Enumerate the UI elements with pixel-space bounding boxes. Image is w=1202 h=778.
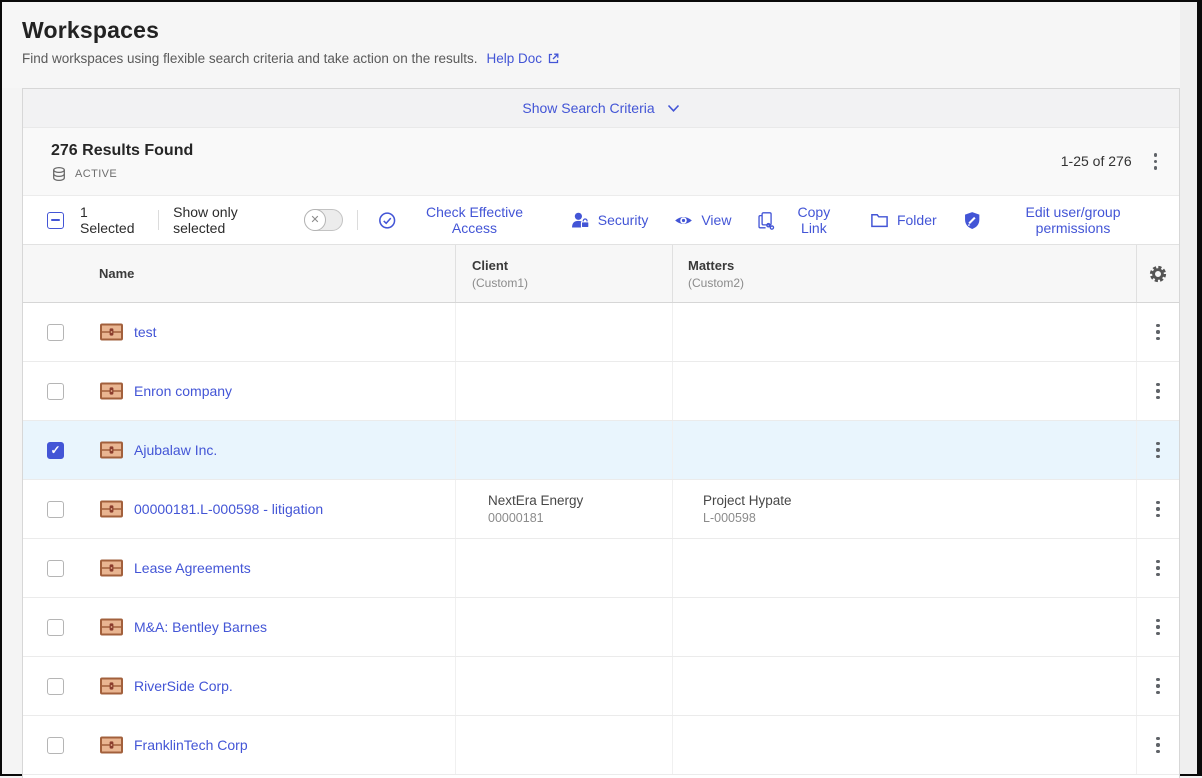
results-summary: 276 Results Found ACTIVE <box>51 142 193 182</box>
action-label: View <box>701 212 731 228</box>
action-label: Check Effective Access <box>404 204 545 236</box>
row-menu-button[interactable] <box>1148 674 1167 698</box>
chevron-down-icon <box>667 104 680 113</box>
page-subtitle: Find workspaces using flexible search cr… <box>22 51 477 66</box>
table-row: Enron company <box>23 362 1179 421</box>
database-icon <box>51 166 67 182</box>
row-checkbox[interactable] <box>47 737 64 754</box>
table-row: Lease Agreements <box>23 539 1179 598</box>
eye-icon <box>674 211 693 230</box>
column-header-matters[interactable]: Matters <box>688 258 1136 273</box>
search-criteria-bar: Show Search Criteria <box>23 89 1179 128</box>
security-button[interactable]: Security <box>565 211 655 230</box>
column-settings-button[interactable] <box>1146 262 1170 286</box>
results-count: 276 Results Found <box>51 142 193 160</box>
folder-icon <box>870 211 889 230</box>
action-label: Copy Link <box>784 204 844 236</box>
row-menu-button[interactable] <box>1148 320 1167 344</box>
row-checkbox[interactable] <box>47 678 64 695</box>
edit-permissions-button[interactable]: Edit user/group permissions <box>957 204 1163 236</box>
table-row: Ajubalaw Inc. <box>23 421 1179 480</box>
view-button[interactable]: View <box>668 211 737 230</box>
table-row: test <box>23 303 1179 362</box>
workspace-icon <box>100 382 123 400</box>
column-header-client-sub: (Custom1) <box>472 276 672 290</box>
page-title: Workspaces <box>22 17 1197 44</box>
results-menu-button[interactable] <box>1146 149 1165 173</box>
workspace-icon <box>100 500 123 518</box>
gear-icon <box>1148 264 1168 284</box>
workspace-name-link[interactable]: Enron company <box>134 383 232 399</box>
show-search-criteria-label: Show Search Criteria <box>522 100 654 116</box>
row-checkbox[interactable] <box>47 619 64 636</box>
database-name-label: ACTIVE <box>75 168 117 180</box>
workspace-icon <box>100 323 123 341</box>
row-menu-button[interactable] <box>1148 438 1167 462</box>
toggle-knob-x-icon: ✕ <box>304 209 326 231</box>
column-header-client[interactable]: Client <box>472 258 672 273</box>
folder-button[interactable]: Folder <box>864 211 943 230</box>
matter-name: Project Hypate <box>703 493 792 508</box>
select-all-checkbox[interactable] <box>47 212 64 229</box>
workspace-name-link[interactable]: FranklinTech Corp <box>134 737 248 753</box>
table-header: Name Client (Custom1) Matters (Custom2) <box>23 245 1179 303</box>
row-checkbox[interactable] <box>47 501 64 518</box>
check-circle-icon <box>378 211 396 230</box>
row-menu-button[interactable] <box>1148 497 1167 521</box>
action-label: Security <box>598 212 649 228</box>
selected-count-label: 1 Selected <box>80 204 144 236</box>
row-menu-button[interactable] <box>1148 733 1167 757</box>
workspace-name-link[interactable]: Ajubalaw Inc. <box>134 442 217 458</box>
copy-link-icon <box>757 211 775 230</box>
workspace-icon <box>100 736 123 754</box>
table-row: M&A: Bentley Barnes <box>23 598 1179 657</box>
selection-toolbar: 1 Selected Show only selected ✕ Check Ef… <box>23 196 1179 245</box>
check-effective-access-button[interactable]: Check Effective Access <box>372 204 551 236</box>
workspace-icon <box>100 618 123 636</box>
toolbar-divider <box>357 210 358 230</box>
results-header: 276 Results Found ACTIVE 1-25 of 276 <box>23 128 1179 196</box>
show-search-criteria-button[interactable]: Show Search Criteria <box>522 100 679 116</box>
workspace-name-link[interactable]: M&A: Bentley Barnes <box>134 619 267 635</box>
row-menu-button[interactable] <box>1148 556 1167 580</box>
row-checkbox[interactable] <box>47 560 64 577</box>
show-only-selected-toggle[interactable]: ✕ <box>304 209 343 231</box>
row-checkbox[interactable] <box>47 383 64 400</box>
row-menu-button[interactable] <box>1148 615 1167 639</box>
show-only-selected-label: Show only selected <box>173 204 290 236</box>
column-header-name[interactable]: Name <box>99 266 455 281</box>
workspace-icon <box>100 559 123 577</box>
workspace-name-link[interactable]: test <box>134 324 157 340</box>
help-doc-label: Help Doc <box>486 51 542 66</box>
pagination-label: 1-25 of 276 <box>1061 153 1132 169</box>
results-card: Show Search Criteria 276 Results Found A… <box>22 88 1180 778</box>
toolbar-divider <box>158 210 159 230</box>
row-menu-button[interactable] <box>1148 379 1167 403</box>
client-name: NextEra Energy <box>488 493 583 508</box>
help-doc-link[interactable]: Help Doc <box>486 51 560 66</box>
matter-id: L-000598 <box>703 511 792 525</box>
workspace-icon <box>100 441 123 459</box>
client-id: 00000181 <box>488 511 583 525</box>
table-row: FranklinTech Corp <box>23 716 1179 775</box>
right-gutter <box>1180 2 1197 774</box>
table-body: test <box>23 303 1179 775</box>
table-row: RiverSide Corp. <box>23 657 1179 716</box>
action-label: Edit user/group permissions <box>989 204 1157 236</box>
table-row: 00000181.L-000598 - litigation NextEra E… <box>23 480 1179 539</box>
row-checkbox[interactable] <box>47 442 64 459</box>
workspace-name-link[interactable]: Lease Agreements <box>134 560 251 576</box>
shield-pencil-icon <box>963 211 981 230</box>
action-label: Folder <box>897 212 937 228</box>
page-header: Workspaces Find workspaces using flexibl… <box>2 2 1197 88</box>
row-checkbox[interactable] <box>47 324 64 341</box>
user-lock-icon <box>571 211 590 230</box>
app-root: Workspaces Find workspaces using flexibl… <box>2 2 1197 88</box>
workspace-name-link[interactable]: RiverSide Corp. <box>134 678 233 694</box>
copy-link-button[interactable]: Copy Link <box>751 204 850 236</box>
external-link-icon <box>547 52 560 65</box>
workspace-name-link[interactable]: 00000181.L-000598 - litigation <box>134 501 323 517</box>
column-header-matters-sub: (Custom2) <box>688 276 1136 290</box>
workspace-icon <box>100 677 123 695</box>
